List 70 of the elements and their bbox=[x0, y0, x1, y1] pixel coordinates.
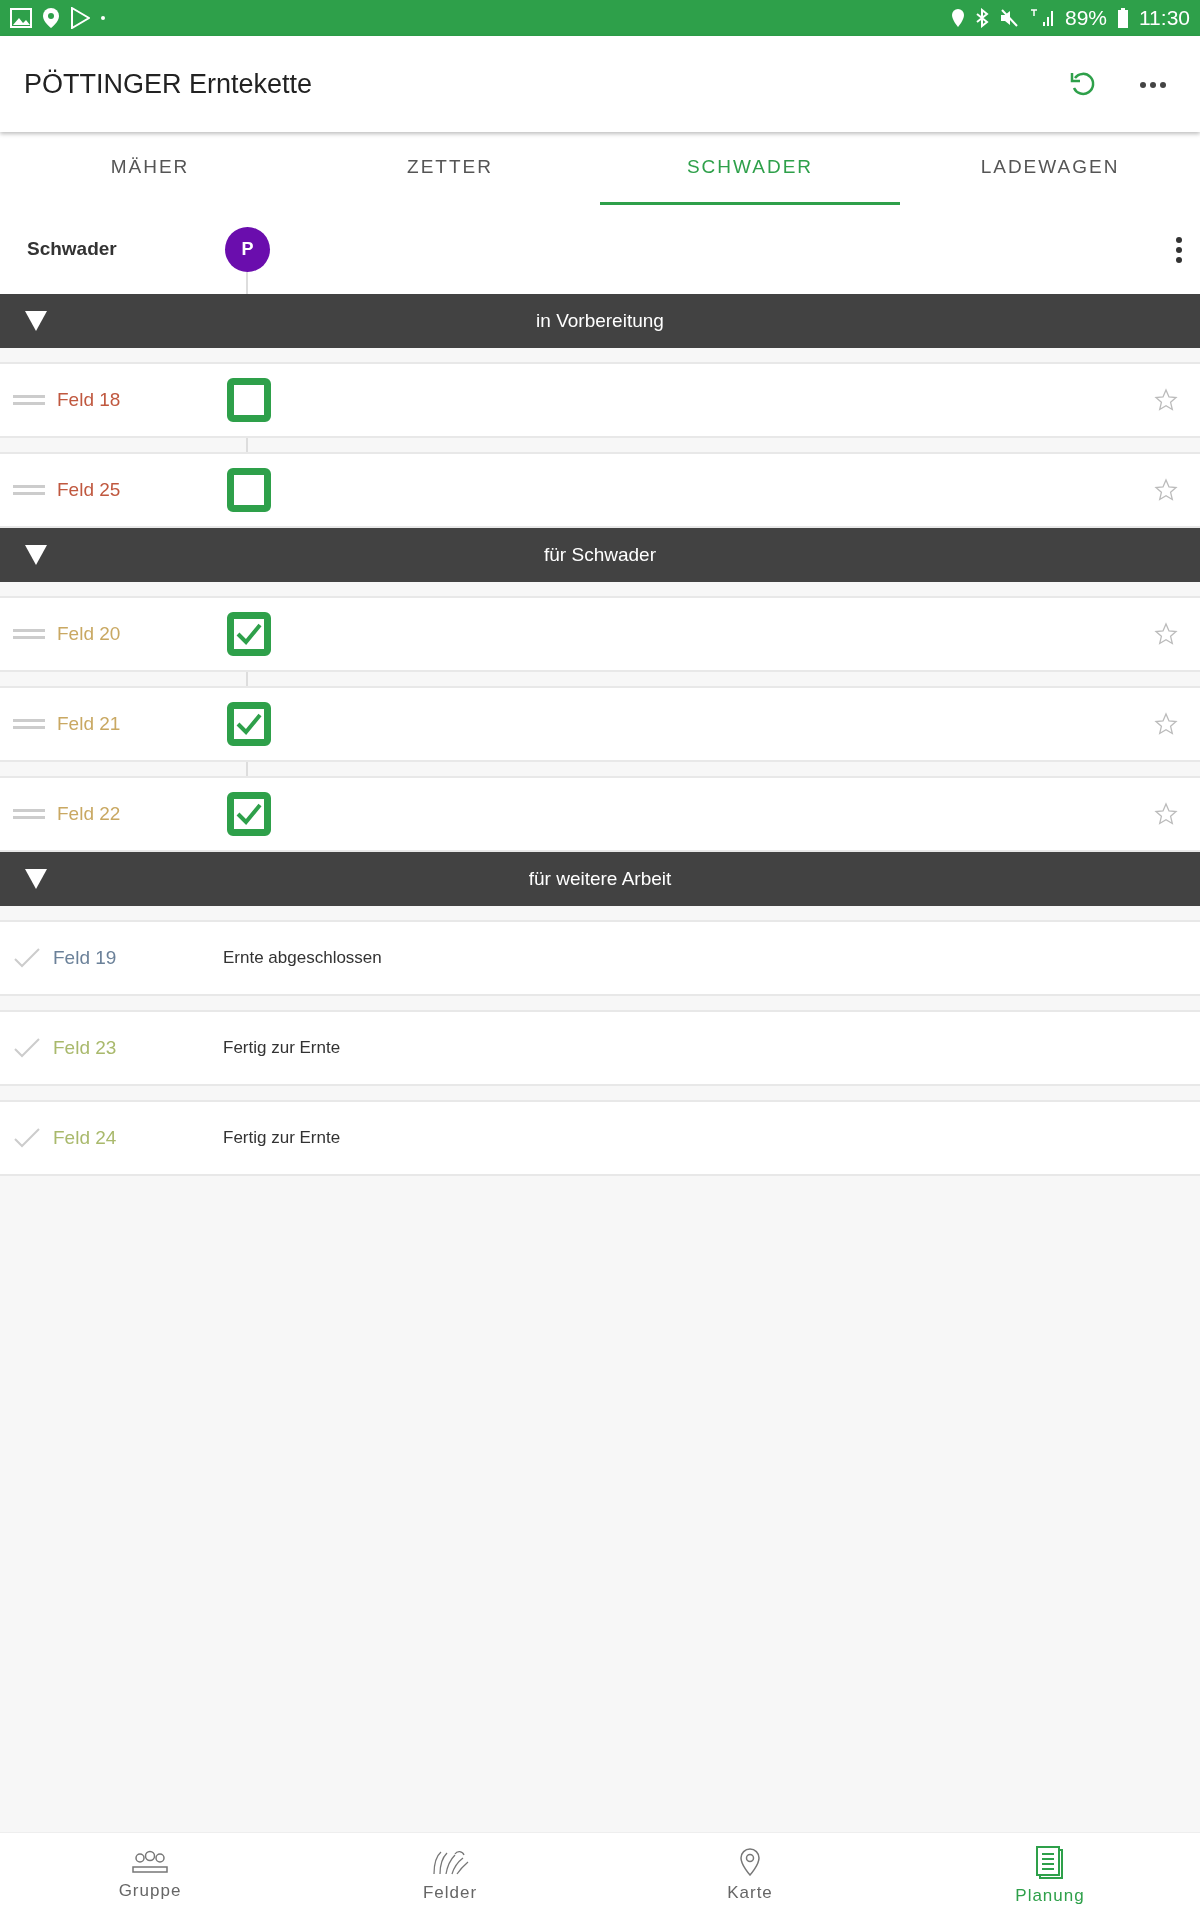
field-name: Feld 19 bbox=[53, 945, 118, 970]
avatar: P bbox=[225, 227, 270, 272]
field-name: Feld 20 bbox=[57, 621, 122, 646]
map-pin-icon bbox=[739, 1847, 761, 1876]
section-title: für weitere Arbeit bbox=[527, 866, 673, 891]
list-row[interactable]: Feld 25 bbox=[0, 452, 1200, 528]
tab[interactable]: LADEWAGEN bbox=[900, 132, 1200, 205]
machine-label: Schwader bbox=[27, 237, 118, 262]
checkmark-icon bbox=[236, 623, 262, 645]
bluetooth-icon bbox=[974, 8, 989, 28]
drag-handle-icon bbox=[13, 484, 45, 496]
checkbox[interactable] bbox=[227, 378, 271, 422]
more-icon bbox=[1175, 235, 1183, 264]
field-name: Feld 18 bbox=[57, 387, 122, 412]
drag-handle-icon bbox=[13, 808, 45, 820]
refresh-icon bbox=[1069, 70, 1097, 98]
list-row[interactable]: Feld 19 Ernte abgeschlossen bbox=[0, 920, 1200, 996]
field-status: Fertig zur Ernte bbox=[223, 1037, 341, 1060]
section-header[interactable]: für Schwader bbox=[0, 528, 1200, 582]
location-icon bbox=[42, 7, 60, 29]
field-name: Feld 22 bbox=[57, 801, 122, 826]
check-icon bbox=[13, 1127, 41, 1149]
tab[interactable]: MÄHER bbox=[0, 132, 300, 205]
field-name: Feld 21 bbox=[57, 711, 122, 736]
mute-icon bbox=[998, 8, 1019, 28]
section-title: in Vorbereitung bbox=[535, 308, 665, 333]
checkbox[interactable] bbox=[227, 702, 271, 746]
document-icon bbox=[1035, 1844, 1065, 1879]
checkbox[interactable] bbox=[227, 792, 271, 836]
dot-icon bbox=[100, 15, 106, 21]
checkmark-icon bbox=[236, 713, 262, 735]
tab[interactable]: ZETTER bbox=[300, 132, 600, 205]
field-name: Feld 25 bbox=[57, 477, 122, 502]
image-icon bbox=[10, 8, 32, 28]
check-icon bbox=[13, 947, 41, 969]
check-icon bbox=[13, 1037, 41, 1059]
field-status: Fertig zur Ernte bbox=[223, 1127, 341, 1150]
nav-tab[interactable]: Gruppe bbox=[0, 1833, 300, 1920]
nav-tab[interactable]: Karte bbox=[600, 1833, 900, 1920]
checkbox[interactable] bbox=[227, 468, 271, 512]
nav-tab[interactable]: Planung bbox=[900, 1833, 1200, 1920]
drag-handle-icon bbox=[13, 628, 45, 640]
battery-percentage: 89% bbox=[1064, 5, 1107, 32]
play-store-icon bbox=[70, 7, 90, 29]
star-icon[interactable] bbox=[1154, 802, 1178, 826]
people-icon bbox=[132, 1849, 168, 1874]
drag-handle-icon bbox=[13, 718, 45, 730]
location-icon bbox=[950, 8, 965, 28]
more-icon bbox=[1139, 80, 1167, 89]
list-row[interactable]: Feld 23 Fertig zur Ernte bbox=[0, 1010, 1200, 1086]
clock-time: 11:30 bbox=[1139, 5, 1190, 32]
field-name: Feld 24 bbox=[53, 1125, 118, 1150]
checkmark-icon bbox=[236, 803, 262, 825]
field-name: Feld 23 bbox=[53, 1035, 118, 1060]
list-row[interactable]: Feld 24 Fertig zur Ernte bbox=[0, 1100, 1200, 1176]
section-title: für Schwader bbox=[543, 542, 657, 567]
battery-icon bbox=[1117, 7, 1129, 29]
drag-handle-icon bbox=[13, 394, 45, 406]
checkbox[interactable] bbox=[227, 612, 271, 656]
field-status: Ernte abgeschlossen bbox=[223, 947, 382, 970]
signal-icon bbox=[1028, 8, 1055, 28]
star-icon[interactable] bbox=[1154, 388, 1178, 412]
nav-tab[interactable]: Felder bbox=[300, 1833, 600, 1920]
section-header[interactable]: in Vorbereitung bbox=[0, 294, 1200, 348]
section-header[interactable]: für weitere Arbeit bbox=[0, 852, 1200, 906]
star-icon[interactable] bbox=[1154, 712, 1178, 736]
star-icon[interactable] bbox=[1154, 622, 1178, 646]
app-title: PÖTTINGER Erntekette bbox=[24, 67, 314, 101]
star-icon[interactable] bbox=[1154, 478, 1178, 502]
list-row[interactable]: Feld 18 bbox=[0, 362, 1200, 438]
